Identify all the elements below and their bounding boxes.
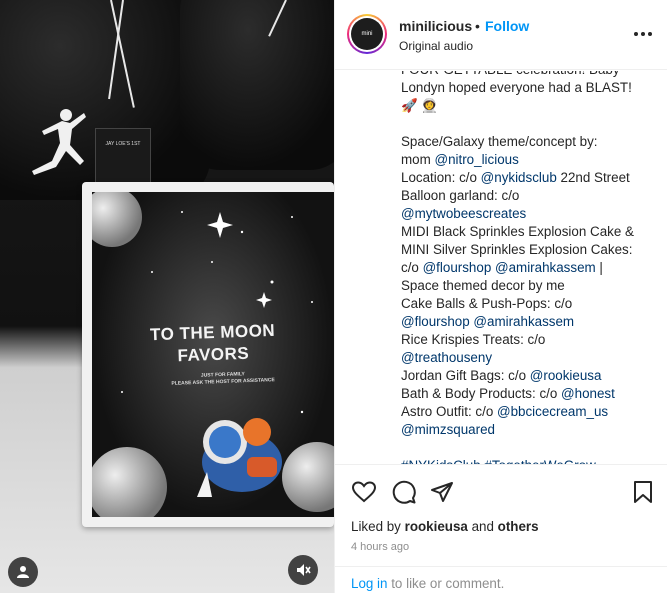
caption-line: @treathouseny — [401, 349, 651, 367]
mention-link[interactable]: @amirahkassem — [473, 314, 574, 329]
caption-text-segment: Astro Outfit: c/o — [401, 404, 497, 419]
login-rest: to like or comment. — [387, 576, 505, 591]
caption-text-segment: Balloon garland: c/o — [401, 188, 520, 203]
caption-line: Jordan Gift Bags: c/o @rookieusa — [401, 367, 651, 385]
caption-area: FOUR-GETTABLE celebration! Baby Londyn ho… — [335, 71, 667, 464]
caption-text-segment: 🚀 👩‍🚀 — [401, 98, 439, 113]
caption-line: Space themed decor by me — [401, 277, 651, 295]
caption-text-segment: 22nd Street — [556, 170, 630, 185]
share-icon — [431, 482, 453, 502]
avatar-text: mini — [361, 31, 373, 37]
caption-line: Astro Outfit: c/o @bbcicecream_us — [401, 403, 651, 421]
separator-dot: • — [475, 18, 480, 34]
mention-link[interactable]: @bbcicecream_us — [497, 404, 608, 419]
caption-text-segment: Location: c/o — [401, 170, 481, 185]
caption-text-segment: Rice Krispies Treats: c/o — [401, 332, 546, 347]
caption-line: @mimzsquared — [401, 421, 651, 439]
likes-others-link[interactable]: others — [498, 519, 539, 534]
heart-icon — [352, 481, 376, 503]
sign-artwork: TO THE MOON FAVORS JUST FOR FAMILY PLEAS… — [92, 192, 334, 517]
save-button[interactable] — [630, 479, 656, 505]
share-button[interactable] — [429, 479, 455, 505]
comment-button[interactable] — [391, 479, 417, 505]
mention-link[interactable]: @rookieusa — [530, 368, 602, 383]
caption-line: Space/Galaxy theme/concept by: — [401, 133, 651, 151]
post-media[interactable]: JAY LOE'S 1ST TO THE MOON FAVORS JUST FO… — [0, 0, 334, 593]
login-link[interactable]: Log in — [351, 576, 387, 591]
mention-link[interactable]: @amirahkassem — [495, 260, 596, 275]
caption-text-segment: Jordan Gift Bags: c/o — [401, 368, 530, 383]
sign-title: TO THE MOON FAVORS — [92, 318, 334, 370]
gift-tag-text: JAY LOE'S 1ST — [105, 141, 141, 147]
liked-by-user-link[interactable]: rookieusa — [405, 519, 468, 534]
caption-line: #NYKidsClub #TogetherWeGrow — [401, 457, 651, 464]
mention-link[interactable]: @flourshop — [401, 314, 470, 329]
post-details-panel: mini minilicious • Follow Original audio… — [334, 0, 667, 593]
caption-line: MINI Silver Sprinkles Explosion Cakes: — [401, 241, 651, 259]
mention-link[interactable]: @flourshop — [423, 260, 492, 275]
mention-link[interactable]: @nitro_licious — [434, 152, 518, 167]
caption-text-segment: MINI Silver Sprinkles Explosion Cakes: — [401, 242, 633, 257]
more-dots-icon — [634, 32, 652, 36]
login-prompt-bar: Log in to like or comment. — [335, 566, 667, 593]
login-prompt: Log in to like or comment. — [351, 576, 504, 591]
caption-line: FOUR-GETTABLE celebration! Baby — [401, 71, 651, 79]
jumpman-logo — [32, 109, 86, 175]
caption-line: Bath & Body Products: c/o @honest — [401, 385, 651, 403]
caption-text-segment: MIDI Black Sprinkles Explosion Cake & — [401, 224, 634, 239]
caption-line: @flourshop @amirahkassem — [401, 313, 651, 331]
mention-link[interactable]: @mimzsquared — [401, 422, 495, 437]
user-icon — [17, 566, 29, 578]
muted-speaker-icon — [297, 564, 311, 576]
post-timestamp[interactable]: 4 hours ago — [351, 541, 409, 553]
astronaut-illustration — [197, 418, 282, 497]
mention-link[interactable]: @treathouseny — [401, 350, 492, 365]
caption-line: Balloon garland: c/o — [401, 187, 651, 205]
more-options-button[interactable] — [631, 24, 655, 44]
avatar-image: mini — [351, 18, 383, 50]
caption-text: FOUR-GETTABLE celebration! Baby Londyn ho… — [401, 71, 651, 464]
caption-line: @mytwobeescreates — [401, 205, 651, 223]
audio-label[interactable]: Original audio — [399, 39, 473, 53]
avatar-story-ring[interactable]: mini — [347, 14, 387, 54]
mention-link[interactable]: @nykidsclub — [481, 170, 557, 185]
gift-tag: JAY LOE'S 1ST — [95, 128, 151, 184]
backpack-right — [180, 0, 334, 170]
caption-line: Cake Balls & Push-Pops: c/o — [401, 295, 651, 313]
caption-text-segment: c/o — [401, 260, 423, 275]
username-link[interactable]: minilicious — [399, 18, 472, 34]
caption-text-segment: Cake Balls & Push-Pops: c/o — [401, 296, 573, 311]
caption-text-segment: FOUR-GETTABLE celebration! Baby — [401, 71, 620, 77]
caption-line: MIDI Black Sprinkles Explosion Cake & — [401, 223, 651, 241]
likes-summary: Liked by rookieusa and others — [351, 519, 539, 534]
caption-text-segment: Londyn hoped everyone had a BLAST! — [401, 80, 632, 95]
post-header: mini minilicious • Follow Original audio — [335, 0, 667, 70]
caption-text-segment: | — [595, 260, 603, 275]
avatar: mini — [349, 16, 385, 52]
follow-button[interactable]: Follow — [485, 18, 529, 34]
like-button[interactable] — [351, 479, 377, 505]
likes-prefix: Liked by — [351, 519, 405, 534]
favors-sign: TO THE MOON FAVORS JUST FOR FAMILY PLEAS… — [82, 182, 334, 527]
bookmark-icon — [634, 481, 652, 503]
caption-line: c/o @flourshop @amirahkassem | — [401, 259, 651, 277]
mute-toggle-button[interactable] — [288, 555, 318, 585]
caption-line: Londyn hoped everyone had a BLAST! — [401, 79, 651, 97]
caption-text-segment: Space/Galaxy theme/concept by: — [401, 134, 598, 149]
action-bar — [335, 464, 667, 514]
caption-text-segment: Space themed decor by me — [401, 278, 565, 293]
caption-line: Rice Krispies Treats: c/o — [401, 331, 651, 349]
likes-middle: and — [467, 519, 498, 534]
caption-text-segment: mom — [401, 152, 435, 167]
comment-icon — [392, 480, 416, 504]
caption-text-segment: Bath & Body Products: c/o — [401, 386, 562, 401]
mention-link[interactable]: @mytwobeescreates — [401, 206, 526, 221]
caption-line: Location: c/o @nykidsclub 22nd Street — [401, 169, 651, 187]
mention-link[interactable]: @honest — [561, 386, 615, 401]
tagged-users-button[interactable] — [8, 557, 38, 587]
caption-line: 🚀 👩‍🚀 — [401, 97, 651, 115]
caption-line: mom @nitro_licious — [401, 151, 651, 169]
